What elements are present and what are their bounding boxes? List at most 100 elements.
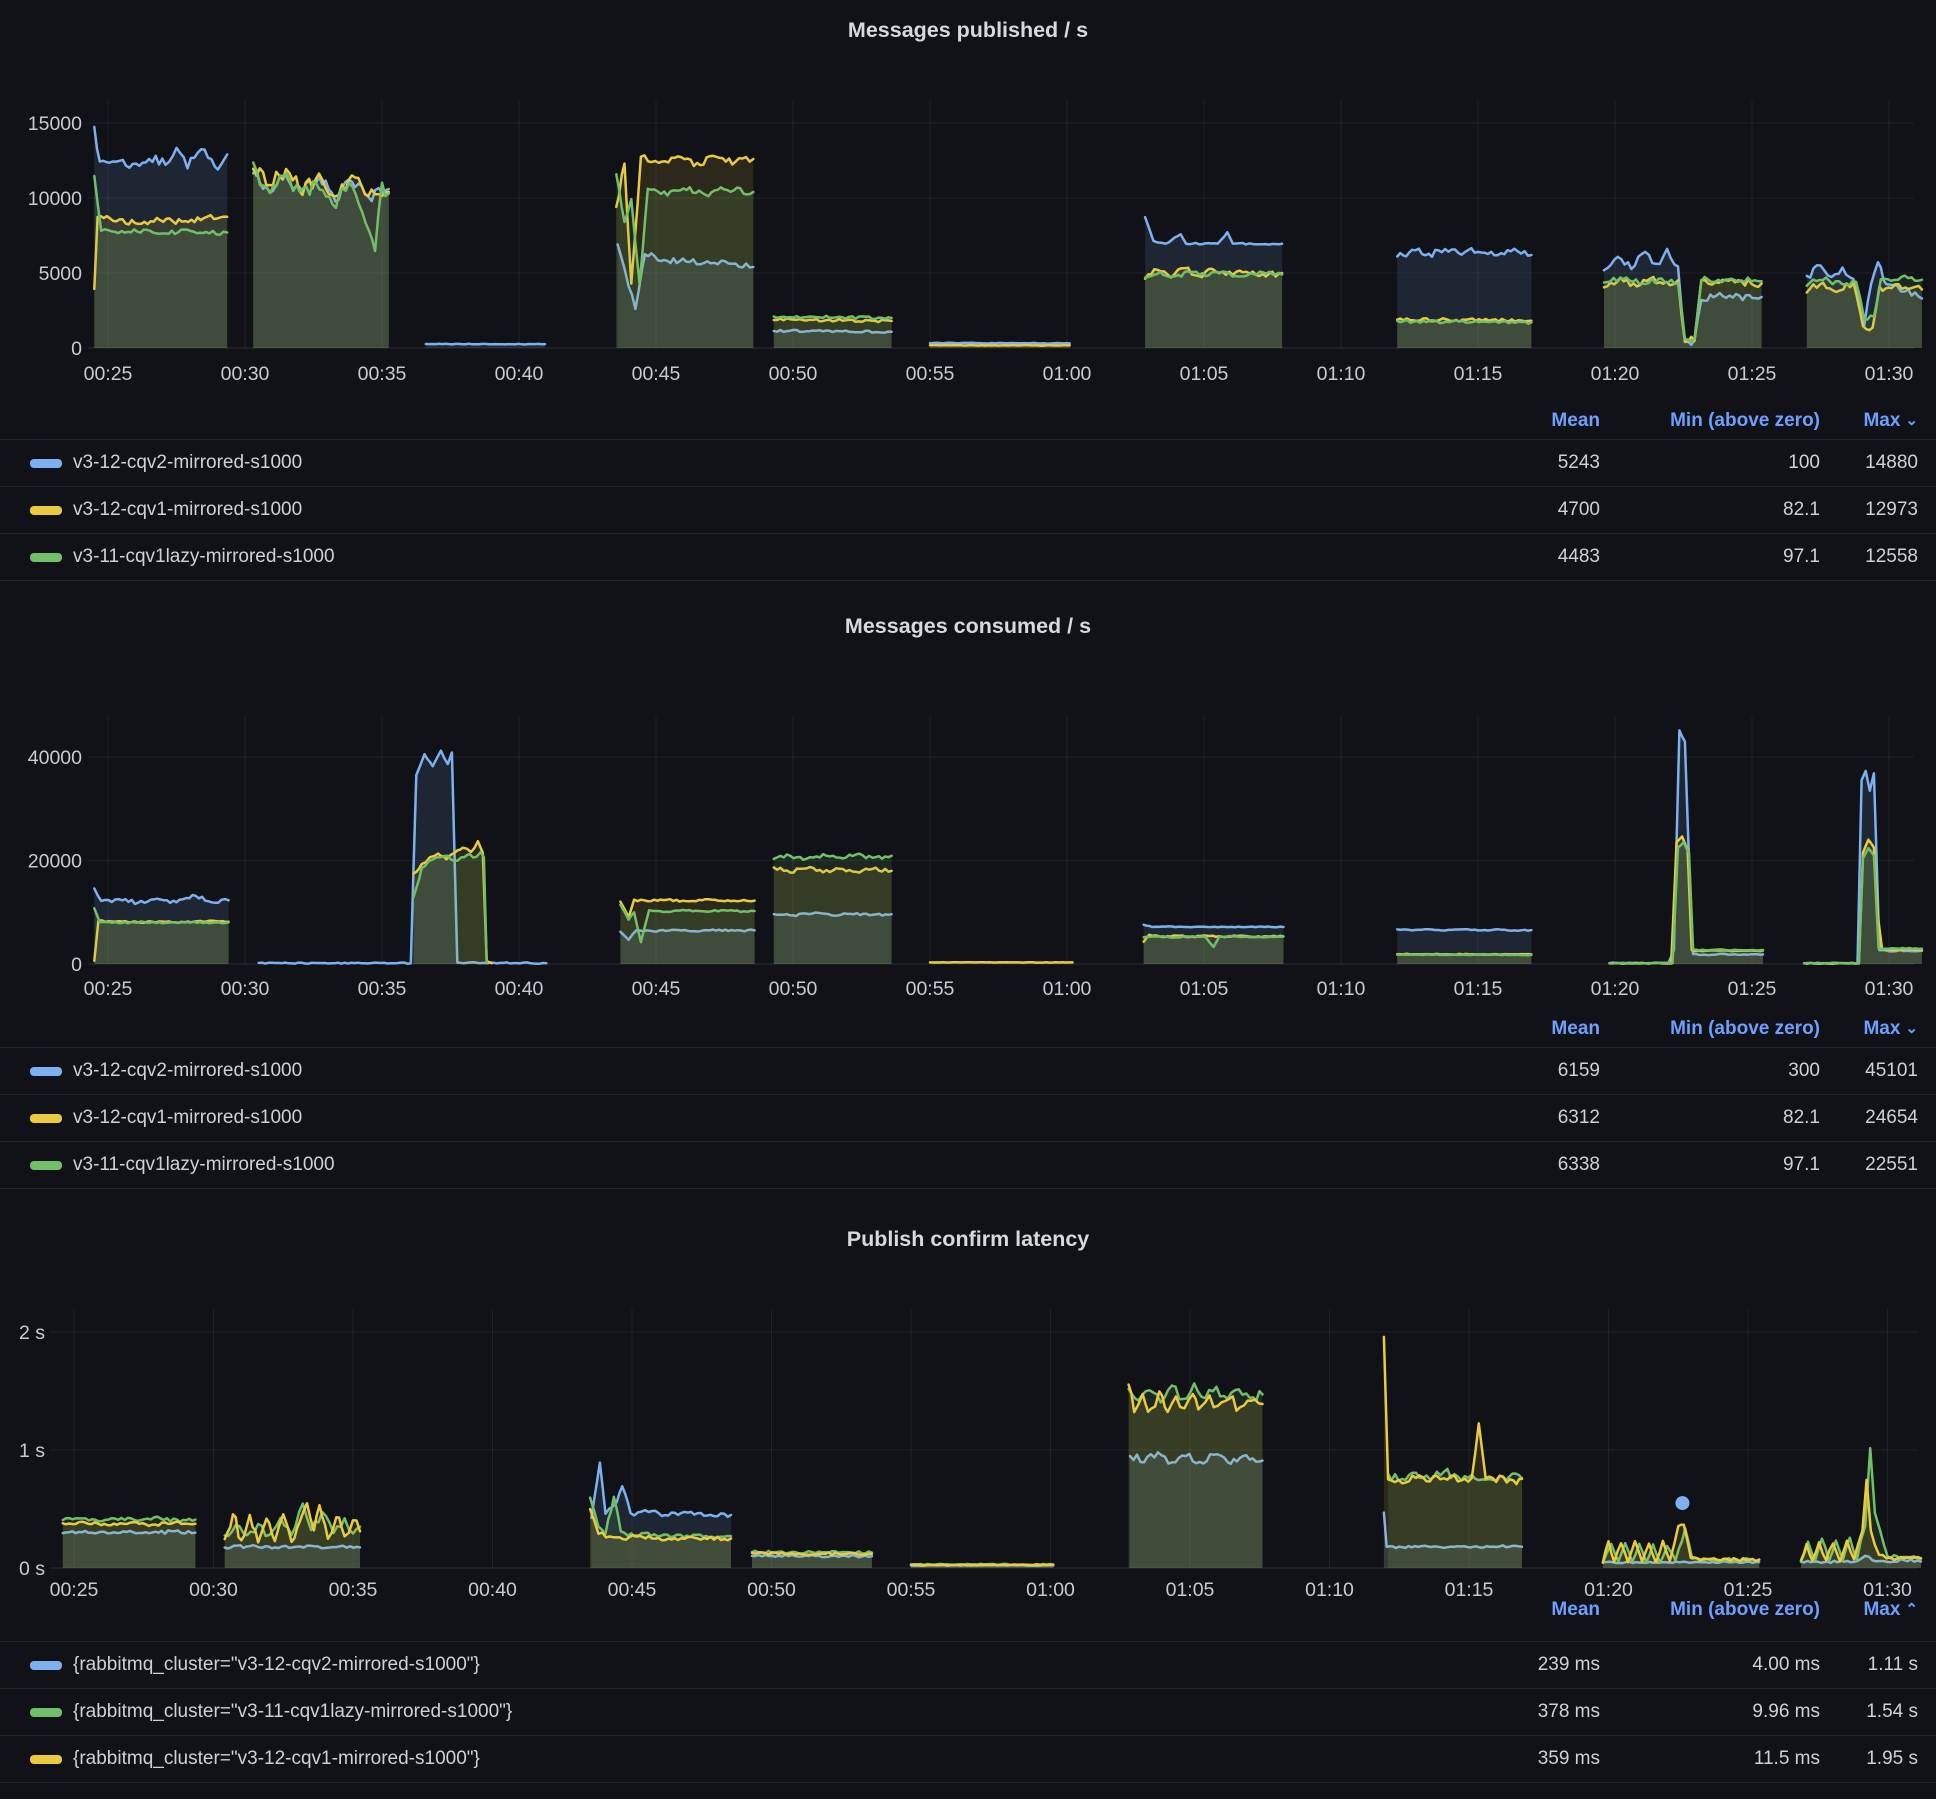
timeseries-chart[interactable]: 0200004000000:2500:3000:3500:4000:4500:5…	[0, 671, 1936, 1011]
series-color-swatch[interactable]	[30, 1708, 62, 1717]
x-tick-label: 00:45	[632, 978, 681, 1000]
y-tick-label: 15000	[28, 113, 82, 135]
series-fill	[1397, 320, 1531, 348]
series-color-swatch[interactable]	[30, 1755, 62, 1764]
x-tick-label: 01:20	[1584, 1579, 1633, 1601]
legend-min-value: 9.96 ms	[1600, 1701, 1820, 1723]
series-color-swatch[interactable]	[30, 1067, 62, 1076]
series-label[interactable]: v3-12-cqv2-mirrored-s1000	[73, 452, 302, 474]
y-tick-label: 10000	[28, 188, 82, 210]
legend-sort-min[interactable]: Min (above zero)	[1600, 1018, 1820, 1040]
x-tick-label: 00:35	[358, 363, 407, 385]
x-tick-label: 01:05	[1166, 1579, 1215, 1601]
x-tick-label: 01:10	[1305, 1579, 1354, 1601]
legend-max-value: 24654	[1820, 1107, 1918, 1129]
x-tick-label: 00:50	[769, 363, 818, 385]
legend-rows: {rabbitmq_cluster="v3-12-cqv2-mirrored-s…	[0, 1641, 1936, 1783]
legend-header: Mean Min (above zero) Max⌄	[0, 403, 1936, 439]
series-color-swatch[interactable]	[30, 506, 62, 515]
legend-mean-value: 6312	[1440, 1107, 1600, 1129]
legend-max-value: 22551	[1820, 1154, 1918, 1176]
x-tick-label: 01:15	[1454, 978, 1503, 1000]
legend-row: {rabbitmq_cluster="v3-12-cqv2-mirrored-s…	[0, 1641, 1936, 1688]
series-color-swatch[interactable]	[30, 459, 62, 468]
series-line	[1384, 1337, 1522, 1484]
x-tick-label: 00:50	[747, 1579, 796, 1601]
legend-min-value: 4.00 ms	[1600, 1654, 1820, 1676]
legend-header: Mean Min (above zero) Max⌃	[0, 1593, 1936, 1627]
panel-title[interactable]: Publish confirm latency	[0, 1189, 1936, 1289]
legend-mean-value: 4700	[1440, 499, 1600, 521]
legend-mean-value: 6159	[1440, 1060, 1600, 1082]
legend-sort-mean[interactable]: Mean	[1440, 1599, 1600, 1621]
legend-min-value: 82.1	[1600, 499, 1820, 521]
series-label[interactable]: v3-11-cqv1lazy-mirrored-s1000	[73, 546, 335, 568]
legend-max-value: 12973	[1820, 499, 1918, 521]
y-tick-label: 0	[71, 338, 82, 360]
panel-messages-published: Messages published / s 0 5000 10000 15000 00…	[0, 0, 1936, 581]
timeseries-chart[interactable]: 05000100001500000:2500:3000:3500:4000:45…	[0, 60, 1936, 395]
x-tick-label: 00:45	[632, 363, 681, 385]
legend-row: {rabbitmq_cluster="v3-12-cqv1-mirrored-s…	[0, 1735, 1936, 1782]
legend-sort-mean[interactable]: Mean	[1440, 410, 1600, 432]
x-tick-label: 01:00	[1043, 978, 1092, 1000]
series-color-swatch[interactable]	[30, 1114, 62, 1123]
series-label[interactable]: {rabbitmq_cluster="v3-12-cqv2-mirrored-s…	[73, 1654, 480, 1676]
y-tick-label: 20000	[28, 851, 82, 873]
panel-title[interactable]: Messages consumed / s	[0, 581, 1936, 671]
legend-mean-value: 359 ms	[1440, 1748, 1600, 1770]
sort-chevron-icon: ⌄	[1905, 1020, 1918, 1037]
series-line	[426, 344, 545, 345]
x-tick-label: 01:25	[1728, 978, 1777, 1000]
series-label[interactable]: {rabbitmq_cluster="v3-12-cqv1-mirrored-s…	[73, 1748, 480, 1770]
legend-rows: v3-12-cqv2-mirrored-s1000524310014880v3-…	[0, 439, 1936, 581]
series-label[interactable]: v3-12-cqv2-mirrored-s1000	[73, 1060, 302, 1082]
series-label[interactable]: v3-12-cqv1-mirrored-s1000	[73, 499, 302, 521]
series-color-swatch[interactable]	[30, 1661, 62, 1670]
y-tick-label: 0	[71, 954, 82, 976]
legend-sort-min[interactable]: Min (above zero)	[1600, 1599, 1820, 1621]
x-tick-label: 00:50	[769, 978, 818, 1000]
legend-mean-value: 378 ms	[1440, 1701, 1600, 1723]
legend-sort-min[interactable]: Min (above zero)	[1600, 410, 1820, 432]
legend-row: v3-12-cqv1-mirrored-s1000 470082.112973	[0, 486, 1936, 533]
series-fill	[774, 316, 892, 348]
legend-mean-value: 4483	[1440, 546, 1600, 568]
series-label[interactable]: v3-12-cqv1-mirrored-s1000	[73, 1107, 302, 1129]
y-tick-label: 0 s	[19, 1558, 45, 1580]
legend-row: v3-11-cqv1lazy-mirrored-s1000448397.1125…	[0, 533, 1936, 580]
series-line	[774, 316, 892, 319]
series-line	[1397, 929, 1531, 931]
x-tick-label: 00:30	[221, 363, 270, 385]
x-tick-label: 01:10	[1317, 363, 1366, 385]
x-tick-label: 01:25	[1724, 1579, 1773, 1601]
legend-sort-max[interactable]: Max⌃	[1820, 1599, 1918, 1621]
legend-mean-value: 5243	[1440, 452, 1600, 474]
series-line	[1397, 954, 1531, 955]
y-tick-label: 5000	[39, 263, 83, 285]
series-label[interactable]: v3-11-cqv1lazy-mirrored-s1000	[73, 1154, 335, 1176]
series-color-swatch[interactable]	[30, 553, 62, 562]
series-fill	[259, 751, 547, 964]
panel-title[interactable]: Messages published / s	[0, 0, 1936, 60]
series-line	[930, 343, 1070, 344]
legend-sort-max[interactable]: Max⌄	[1820, 1018, 1918, 1040]
series-label[interactable]: {rabbitmq_cluster="v3-11-cqv1lazy-mirror…	[73, 1701, 512, 1723]
series-color-swatch[interactable]	[30, 1161, 62, 1170]
legend-sort-max[interactable]: Max⌄	[1820, 410, 1918, 432]
legend-max-value: 1.95 s	[1820, 1748, 1918, 1770]
legend-sort-mean[interactable]: Mean	[1440, 1018, 1600, 1040]
panel-messages-consumed: Messages consumed / s 0200004000000:2500…	[0, 581, 1936, 1189]
x-tick-label: 00:30	[189, 1579, 238, 1601]
series-fill	[1807, 276, 1922, 348]
series-fill	[414, 852, 487, 964]
x-tick-label: 00:35	[358, 978, 407, 1000]
x-tick-label: 01:20	[1591, 363, 1640, 385]
x-tick-label: 01:00	[1026, 1579, 1075, 1601]
legend-max-value: 1.54 s	[1820, 1701, 1918, 1723]
legend-row: v3-11-cqv1lazy-mirrored-s1000633897.1225…	[0, 1141, 1936, 1188]
legend: Mean Min (above zero) Max⌄ v3-12-cqv2-mi…	[0, 403, 1936, 581]
legend-min-value: 97.1	[1600, 1154, 1820, 1176]
series-fill	[774, 854, 892, 964]
timeseries-chart[interactable]: 0 s1 s2 s00:2500:3000:3500:4000:4500:500…	[0, 1289, 1936, 1607]
